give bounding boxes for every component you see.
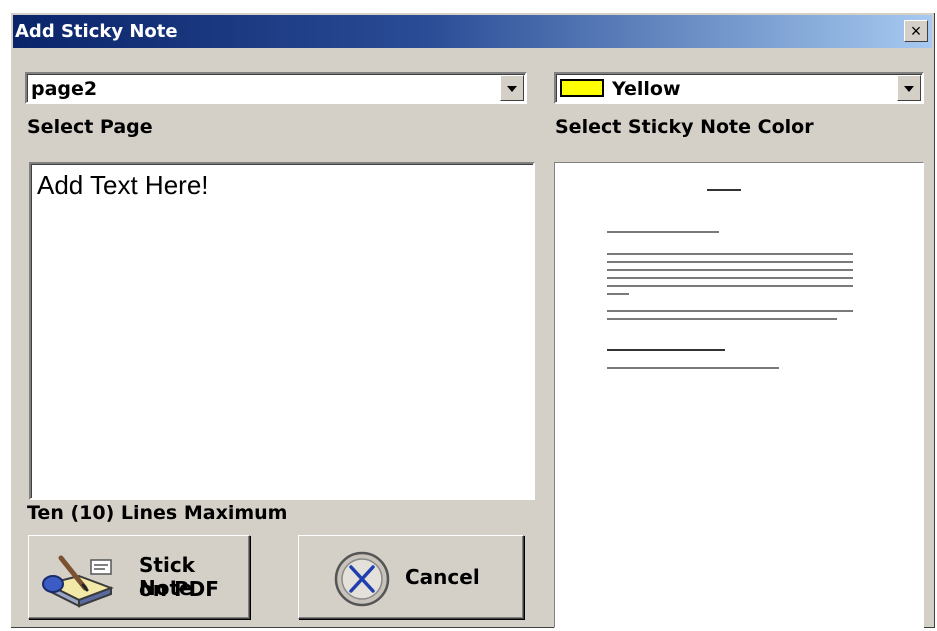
preview-text-line — [607, 231, 719, 233]
note-text: Add Text Here! — [37, 170, 209, 200]
preview-text-line — [607, 277, 853, 279]
cancel-label: Cancel — [405, 565, 480, 589]
x-circle-icon — [334, 551, 390, 607]
page-select-value: page2 — [31, 78, 98, 100]
preview-text-line — [607, 269, 853, 271]
preview-heading-line — [707, 189, 741, 191]
color-select[interactable]: Yellow — [554, 72, 924, 104]
preview-text-line — [607, 261, 853, 263]
preview-subheading-line — [607, 349, 725, 351]
chevron-down-icon[interactable] — [500, 75, 524, 101]
page-select[interactable]: page2 — [25, 72, 527, 104]
chevron-down-icon[interactable] — [897, 75, 921, 101]
select-color-label: Select Sticky Note Color — [555, 116, 814, 138]
preview-text-line — [607, 285, 853, 287]
cancel-button[interactable]: Cancel — [298, 535, 524, 619]
color-swatch — [560, 79, 604, 97]
stick-note-label-line2: on PDF — [139, 577, 219, 601]
close-icon: × — [910, 21, 922, 41]
page-preview — [554, 162, 924, 628]
note-text-area[interactable]: Add Text Here! — [29, 162, 535, 500]
color-select-value: Yellow — [612, 78, 681, 100]
preview-text-line — [607, 367, 779, 369]
title-bar: Add Sticky Note × — [13, 15, 932, 48]
preview-text-line — [607, 310, 853, 312]
preview-text-line — [607, 293, 629, 295]
add-sticky-note-dialog: Add Sticky Note × page2 Select Page Yell… — [10, 12, 935, 628]
dialog-title: Add Sticky Note — [15, 21, 178, 42]
close-button[interactable]: × — [904, 20, 928, 42]
preview-text-line — [607, 253, 853, 255]
stick-note-on-pdf-button[interactable]: Stick Note on PDF — [28, 535, 250, 619]
preview-text-line — [607, 318, 837, 320]
select-page-label: Select Page — [27, 116, 153, 138]
line-limit-label: Ten (10) Lines Maximum — [27, 502, 288, 524]
note-with-pen-icon — [42, 555, 114, 608]
